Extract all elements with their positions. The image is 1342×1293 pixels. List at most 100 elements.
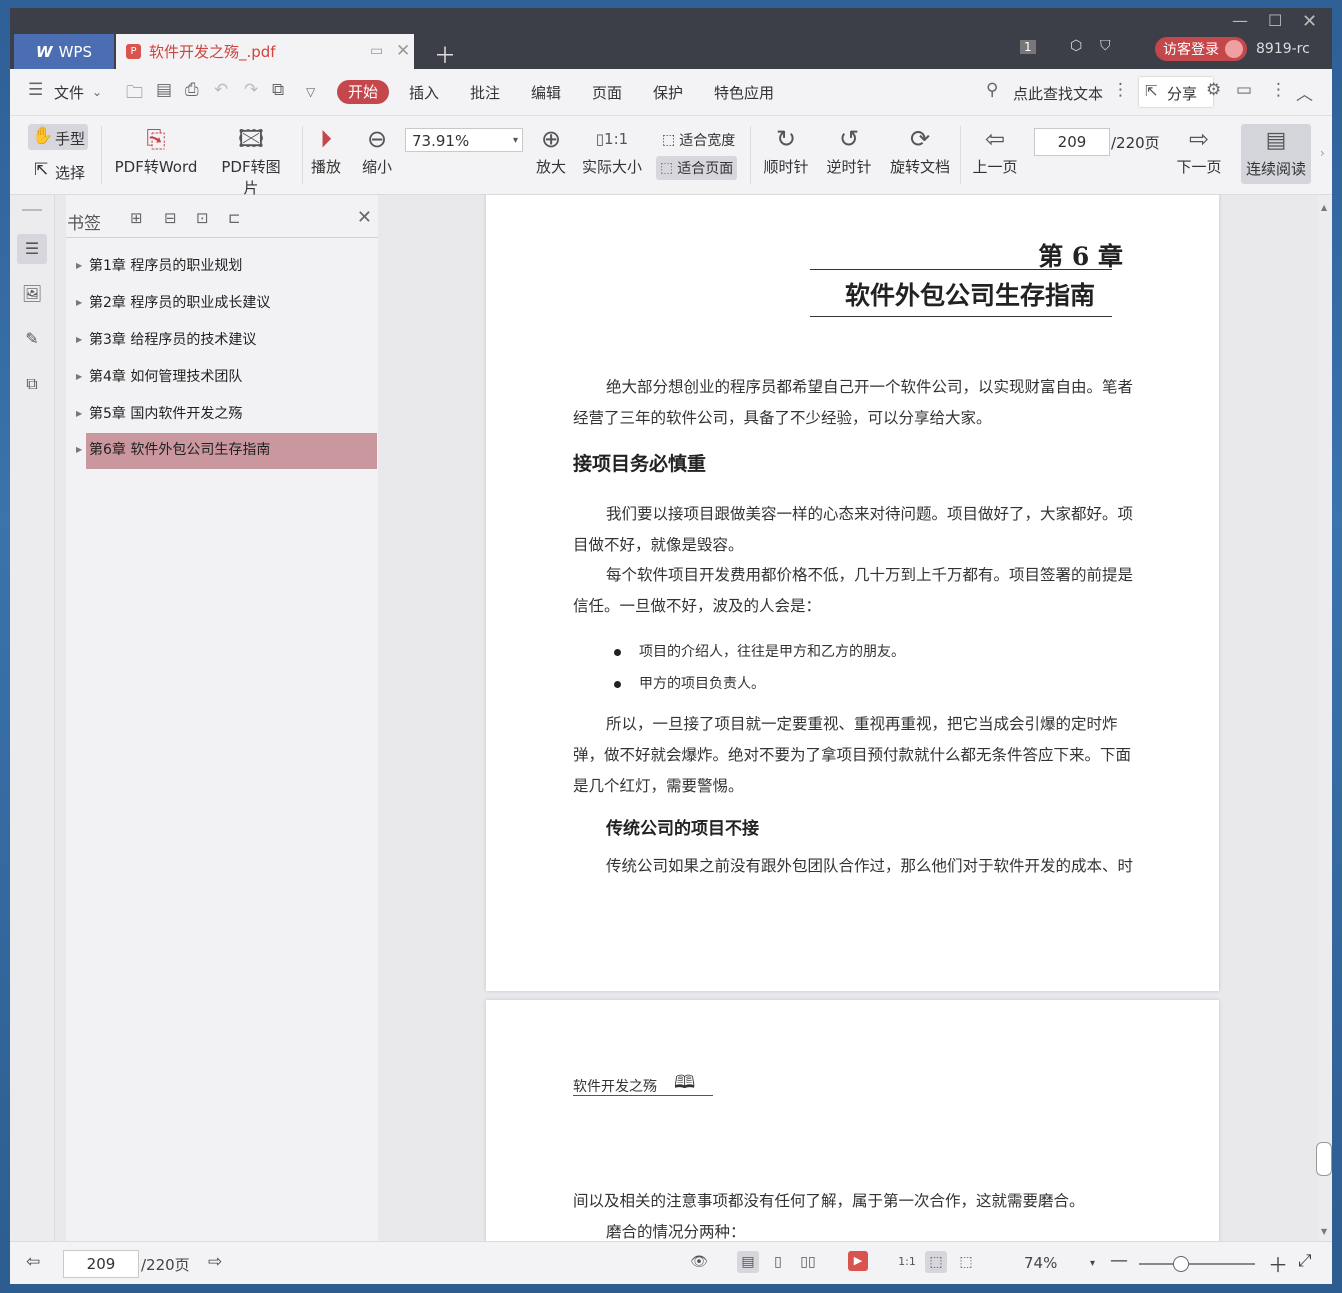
hand-tool-button[interactable]: ✋ 手型 (28, 124, 88, 150)
zoom-in-button[interactable]: ⊕ 放大 (534, 122, 568, 177)
bookmark-item-ch1[interactable]: ▶ 第1章 程序员的职业规划 (76, 249, 377, 283)
shirt-icon[interactable]: ⛉ (1100, 38, 1111, 54)
status-page-input[interactable]: 209 (63, 1250, 139, 1278)
page-number-input[interactable]: 209 (1034, 128, 1110, 156)
play-button[interactable]: ⏵ 播放 (308, 122, 344, 177)
menu-page[interactable]: 页面 (592, 82, 622, 103)
play-slideshow-icon[interactable]: ▶ (848, 1251, 868, 1271)
bookmark-edit-icon[interactable]: ⊏ (228, 209, 241, 227)
more-dropdown-icon[interactable]: ▽ (306, 85, 315, 99)
zoom-slider-handle[interactable] (1173, 1256, 1189, 1272)
menu-insert[interactable]: 插入 (409, 82, 439, 103)
fullscreen-icon[interactable]: ⤢ (1298, 1251, 1312, 1271)
print-icon[interactable]: ⎙ (185, 80, 199, 100)
caret-right-icon[interactable]: ▶ (76, 433, 82, 467)
rotate-counterclockwise-button[interactable]: ↺ 逆时针 (823, 122, 875, 177)
bookmark-item-ch4[interactable]: ▶ 第4章 如何管理技术团队 (76, 360, 377, 394)
comment-icon[interactable]: ▭ (1236, 80, 1252, 100)
menu-special[interactable]: 特色应用 (714, 82, 774, 103)
hamburger-menu-icon[interactable]: ☰ (28, 80, 43, 100)
caret-right-icon[interactable]: ▶ (76, 249, 82, 283)
continuous-view-icon[interactable]: ▯ (767, 1251, 789, 1273)
caret-right-icon[interactable]: ▶ (76, 286, 82, 320)
bookmark-item-ch5[interactable]: ▶ 第5章 国内软件开发之殇 (76, 397, 377, 431)
next-page-icon[interactable]: ⇨ (208, 1252, 222, 1272)
pdf-to-word-button[interactable]: ⎘ PDF转Word (114, 122, 198, 177)
add-bookmark-icon[interactable]: ⊞ (130, 209, 143, 227)
caret-right-icon[interactable]: ▶ (76, 360, 82, 394)
guest-login-button[interactable]: 访客登录 (1155, 37, 1247, 61)
more-options-icon[interactable]: ⋮ (1270, 80, 1287, 100)
search-icon[interactable]: ⚲ (986, 80, 998, 100)
scrollbar-thumb[interactable] (1316, 1142, 1332, 1176)
minimize-icon[interactable]: — (1232, 11, 1248, 30)
maximize-icon[interactable]: ☐ (1268, 11, 1282, 30)
zoom-in-icon[interactable]: ＋ (1268, 1249, 1288, 1278)
toolbar-scroll-right-icon[interactable]: › (1320, 146, 1325, 160)
share-button[interactable]: ⇱ 分享 (1138, 76, 1214, 108)
user-name[interactable]: 8919-rc (1256, 41, 1310, 57)
prev-page-icon[interactable]: ⇦ (26, 1252, 40, 1272)
save-icon[interactable]: ▤ (156, 80, 172, 100)
open-folder-icon[interactable]: 🗀 (126, 80, 143, 109)
zoom-dropdown-icon[interactable]: ▾ (1090, 1258, 1095, 1269)
new-tab-icon[interactable]: ＋ (434, 38, 456, 70)
bookmark-item-ch6[interactable]: ▶ 第6章 软件外包公司生存指南 (76, 433, 377, 469)
menu-protect[interactable]: 保护 (653, 82, 683, 103)
rotate-document-button[interactable]: ⟳ 旋转文档 (886, 122, 954, 177)
scroll-down-icon[interactable]: ▼ (1321, 1227, 1327, 1236)
fit-width-icon[interactable]: ⬚ (955, 1251, 977, 1273)
wps-home-tab[interactable]: W WPS (14, 34, 114, 69)
eye-protection-icon[interactable]: 👁 (688, 1251, 710, 1273)
single-page-view-icon[interactable]: ▤ (737, 1251, 759, 1273)
close-window-icon[interactable]: ✕ (1302, 11, 1317, 32)
image-panel-icon[interactable]: ⧉ (17, 369, 47, 399)
caret-right-icon[interactable]: ▶ (76, 323, 82, 357)
prev-page-button[interactable]: ⇦ 上一页 (970, 122, 1020, 177)
tab-start[interactable]: 开始 (337, 80, 389, 104)
thumbnail-panel-icon[interactable]: 🖼 (17, 279, 47, 309)
annotation-panel-icon[interactable]: ✎ (17, 324, 47, 354)
settings-gear-icon[interactable]: ⚙ (1206, 80, 1221, 100)
actual-size-button[interactable]: ▯1:1 实际大小 (580, 122, 644, 177)
undo-icon[interactable]: ↶ (214, 80, 228, 100)
rotate-clockwise-button[interactable]: ↻ 顺时针 (760, 122, 812, 177)
fit-page-button[interactable]: ⬚ 适合页面 (656, 156, 738, 180)
two-page-view-icon[interactable]: ▯▯ (797, 1251, 819, 1273)
bookmark-item-ch3[interactable]: ▶ 第3章 给程序员的技术建议 (76, 323, 377, 357)
continuous-read-button[interactable]: ▤ 连续阅读 (1241, 124, 1311, 184)
menu-annotate[interactable]: 批注 (470, 82, 500, 103)
menu-edit[interactable]: 编辑 (531, 82, 561, 103)
bookmark-item-ch2[interactable]: ▶ 第2章 程序员的职业成长建议 (76, 286, 377, 320)
next-page-button[interactable]: ⇨ 下一页 (1174, 122, 1224, 177)
expand-bookmark-icon[interactable]: ⊡ (196, 209, 209, 227)
remove-bookmark-icon[interactable]: ⊟ (164, 209, 177, 227)
zoom-slider[interactable] (1139, 1256, 1255, 1272)
window-count-badge[interactable]: 1 (1020, 40, 1036, 54)
close-tab-icon[interactable]: ✕ (396, 41, 410, 61)
zoom-out-button[interactable]: ⊖ 缩小 (360, 122, 394, 177)
select-tool-button[interactable]: ⇱ 选择 (30, 158, 90, 184)
zoom-select[interactable]: 73.91% ▾ (405, 128, 523, 152)
export-image-icon[interactable]: ⧉ (272, 80, 284, 100)
file-menu[interactable]: 文件 (54, 82, 84, 103)
find-text-input[interactable]: 点此查找文本 (1013, 83, 1103, 104)
chevron-down-icon[interactable]: ⌄ (92, 85, 102, 99)
actual-size-icon[interactable]: 1:1 (896, 1251, 918, 1273)
bookmarks-panel-icon[interactable]: ☰ (17, 234, 47, 264)
fit-width-button[interactable]: ⬚ 适合宽度 (658, 128, 739, 152)
vertical-scrollbar[interactable]: ▲ ▼ (1316, 195, 1332, 1241)
redo-icon[interactable]: ↷ (244, 80, 258, 100)
scroll-up-icon[interactable]: ▲ (1321, 203, 1327, 212)
document-view[interactable]: 第 6 章 软件外包公司生存指南 绝大部分想创业的程序员都希望自己开一个软件公司… (390, 195, 1318, 1241)
zoom-percentage[interactable]: 74% (1024, 1254, 1057, 1272)
caret-right-icon[interactable]: ▶ (76, 397, 82, 431)
collapse-ribbon-icon[interactable]: ︿ (1296, 80, 1313, 105)
fit-page-icon[interactable]: ⬚ (925, 1251, 947, 1273)
more-vertical-icon[interactable]: ⋮ (1112, 80, 1129, 100)
skin-icon[interactable]: ⬡ (1070, 38, 1082, 54)
pdf-to-image-button[interactable]: 🖾 PDF转图片 (214, 122, 288, 198)
close-panel-icon[interactable]: ✕ (357, 207, 372, 228)
zoom-out-icon[interactable]: — (1110, 1250, 1128, 1271)
document-tab[interactable]: P 软件开发之殇_.pdf ▭ ✕ (116, 34, 414, 69)
